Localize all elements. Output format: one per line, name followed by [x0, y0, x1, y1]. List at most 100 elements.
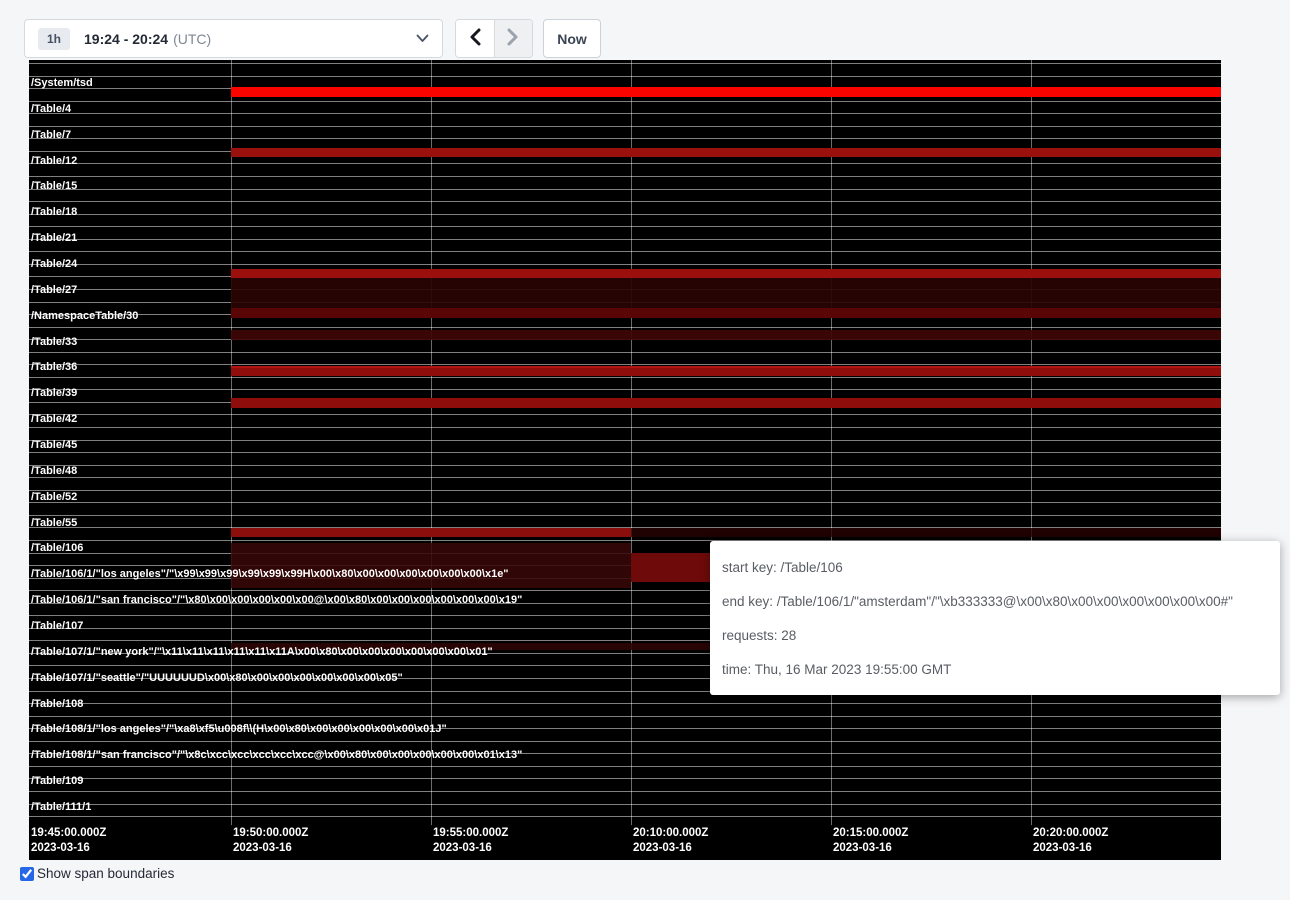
span-boundary-line — [29, 791, 1221, 792]
heat-band — [631, 528, 1221, 537]
span-boundary-line — [29, 515, 1221, 516]
x-axis-tick-time: 20:20:00.000Z — [1033, 826, 1108, 841]
span-boundary-line — [29, 741, 1221, 742]
span-boundary-line — [29, 138, 1221, 139]
tooltip-requests: requests: 28 — [722, 619, 1268, 653]
row-key-label: /Table/42 — [31, 413, 77, 426]
span-boundary-line — [29, 389, 1221, 390]
row-key-label: /Table/52 — [31, 491, 77, 504]
row-key-label: /Table/36 — [31, 361, 77, 374]
span-boundary-line — [29, 251, 1221, 252]
heat-band — [231, 308, 1221, 318]
heat-band — [231, 398, 1221, 408]
row-key-label: /Table/7 — [31, 129, 71, 142]
row-key-label: /Table/15 — [31, 180, 77, 193]
heat-band — [631, 553, 710, 582]
time-pager — [455, 19, 533, 58]
span-boundary-line — [29, 264, 1221, 265]
x-axis-tick: 19:45:00.000Z2023-03-16 — [31, 826, 106, 856]
heat-band — [231, 543, 631, 588]
heat-band — [231, 528, 631, 537]
tooltip-start-key: start key: /Table/106 — [722, 551, 1268, 585]
x-axis-tick-time: 19:50:00.000Z — [233, 826, 308, 841]
footer: Show span boundaries — [20, 866, 174, 881]
row-key-label: /Table/107/1/"new york"/"\x11\x11\x11\x1… — [31, 646, 493, 659]
row-key-label: /Table/21 — [31, 232, 77, 245]
heat-band — [231, 368, 1221, 376]
toolbar: 1h 19:24 - 20:24 (UTC) Now — [0, 0, 1290, 60]
x-axis-tick: 19:55:00.000Z2023-03-16 — [433, 826, 508, 856]
x-axis-tick: 20:20:00.000Z2023-03-16 — [1033, 826, 1108, 856]
span-boundary-line — [29, 465, 1221, 466]
key-visualizer-canvas[interactable]: start key: /Table/106 end key: /Table/10… — [29, 60, 1221, 860]
span-boundary-line — [29, 126, 1221, 127]
row-key-label: /Table/27 — [31, 284, 77, 297]
time-gridline — [631, 60, 632, 825]
span-boundary-line — [29, 502, 1221, 503]
heat-band — [231, 269, 1221, 278]
prev-time-button[interactable] — [456, 20, 494, 57]
heat-band — [231, 148, 1221, 157]
span-boundary-line — [29, 490, 1221, 491]
chevron-down-icon — [416, 34, 429, 43]
span-boundary-line — [29, 440, 1221, 441]
tooltip: start key: /Table/106 end key: /Table/10… — [710, 541, 1280, 695]
row-key-label: /System/tsd — [31, 77, 93, 90]
span-boundary-line — [29, 414, 1221, 415]
span-boundary-line — [29, 239, 1221, 240]
row-key-label: /Table/111/1 — [31, 801, 91, 814]
span-boundary-line — [29, 804, 1221, 805]
row-key-label: /Table/45 — [31, 439, 77, 452]
row-key-label: /Table/18 — [31, 206, 77, 219]
span-boundary-line — [29, 427, 1221, 428]
row-key-label: /Table/39 — [31, 387, 77, 400]
heat-band — [231, 330, 1221, 340]
row-key-label: /Table/12 — [31, 155, 77, 168]
span-boundary-line — [29, 816, 1221, 817]
tooltip-time: time: Thu, 16 Mar 2023 19:55:00 GMT — [722, 653, 1268, 687]
row-key-label: /Table/4 — [31, 103, 71, 116]
x-axis-tick: 20:10:00.000Z2023-03-16 — [633, 826, 708, 856]
time-gridline — [431, 60, 432, 825]
row-key-label: /Table/108/1/"san francisco"/"\x8c\xcc\x… — [31, 749, 522, 762]
row-key-label: /Table/33 — [31, 336, 77, 349]
span-boundary-line — [29, 163, 1221, 164]
span-boundary-line — [29, 327, 1221, 328]
span-boundary-line — [29, 226, 1221, 227]
time-range-timezone: (UTC) — [173, 31, 211, 47]
span-boundary-line — [29, 76, 1221, 77]
now-button[interactable]: Now — [543, 19, 601, 58]
span-boundary-line — [29, 63, 1221, 64]
span-boundary-line — [29, 113, 1221, 114]
time-gridline — [1031, 60, 1032, 825]
x-axis-tick: 20:15:00.000Z2023-03-16 — [833, 826, 908, 856]
show-span-boundaries-checkbox[interactable] — [20, 867, 34, 881]
tooltip-end-key: end key: /Table/106/1/"amsterdam"/"\xb33… — [722, 585, 1268, 619]
row-key-label: /Table/48 — [31, 465, 77, 478]
x-axis-tick-date: 2023-03-16 — [1033, 841, 1108, 856]
span-boundary-line — [29, 101, 1221, 102]
x-axis-tick-date: 2023-03-16 — [433, 841, 508, 856]
x-axis-tick-date: 2023-03-16 — [31, 841, 106, 856]
duration-badge: 1h — [38, 28, 70, 50]
heat-band — [231, 87, 1221, 97]
span-boundary-line — [29, 352, 1221, 353]
row-key-label: /Table/106 — [31, 542, 83, 555]
span-boundary-line — [29, 377, 1221, 378]
span-boundary-line — [29, 214, 1221, 215]
row-key-label: /Table/109 — [31, 775, 83, 788]
span-boundary-line — [29, 452, 1221, 453]
span-boundary-line — [29, 778, 1221, 779]
row-key-label: /Table/108/1/"los angeles"/"\xa8\xf5\u00… — [31, 723, 447, 736]
row-key-label: /Table/107 — [31, 620, 83, 633]
x-axis-tick-time: 19:45:00.000Z — [31, 826, 106, 841]
time-range-label: 19:24 - 20:24 — [84, 31, 168, 47]
span-boundary-line — [29, 703, 1221, 704]
chevron-right-icon — [507, 28, 519, 49]
x-axis-tick-date: 2023-03-16 — [233, 841, 308, 856]
time-gridline — [831, 60, 832, 825]
row-key-label: /Table/24 — [31, 258, 77, 271]
time-range-selector[interactable]: 1h 19:24 - 20:24 (UTC) — [24, 19, 443, 58]
next-time-button[interactable] — [494, 20, 532, 57]
show-span-boundaries-label: Show span boundaries — [37, 866, 174, 881]
